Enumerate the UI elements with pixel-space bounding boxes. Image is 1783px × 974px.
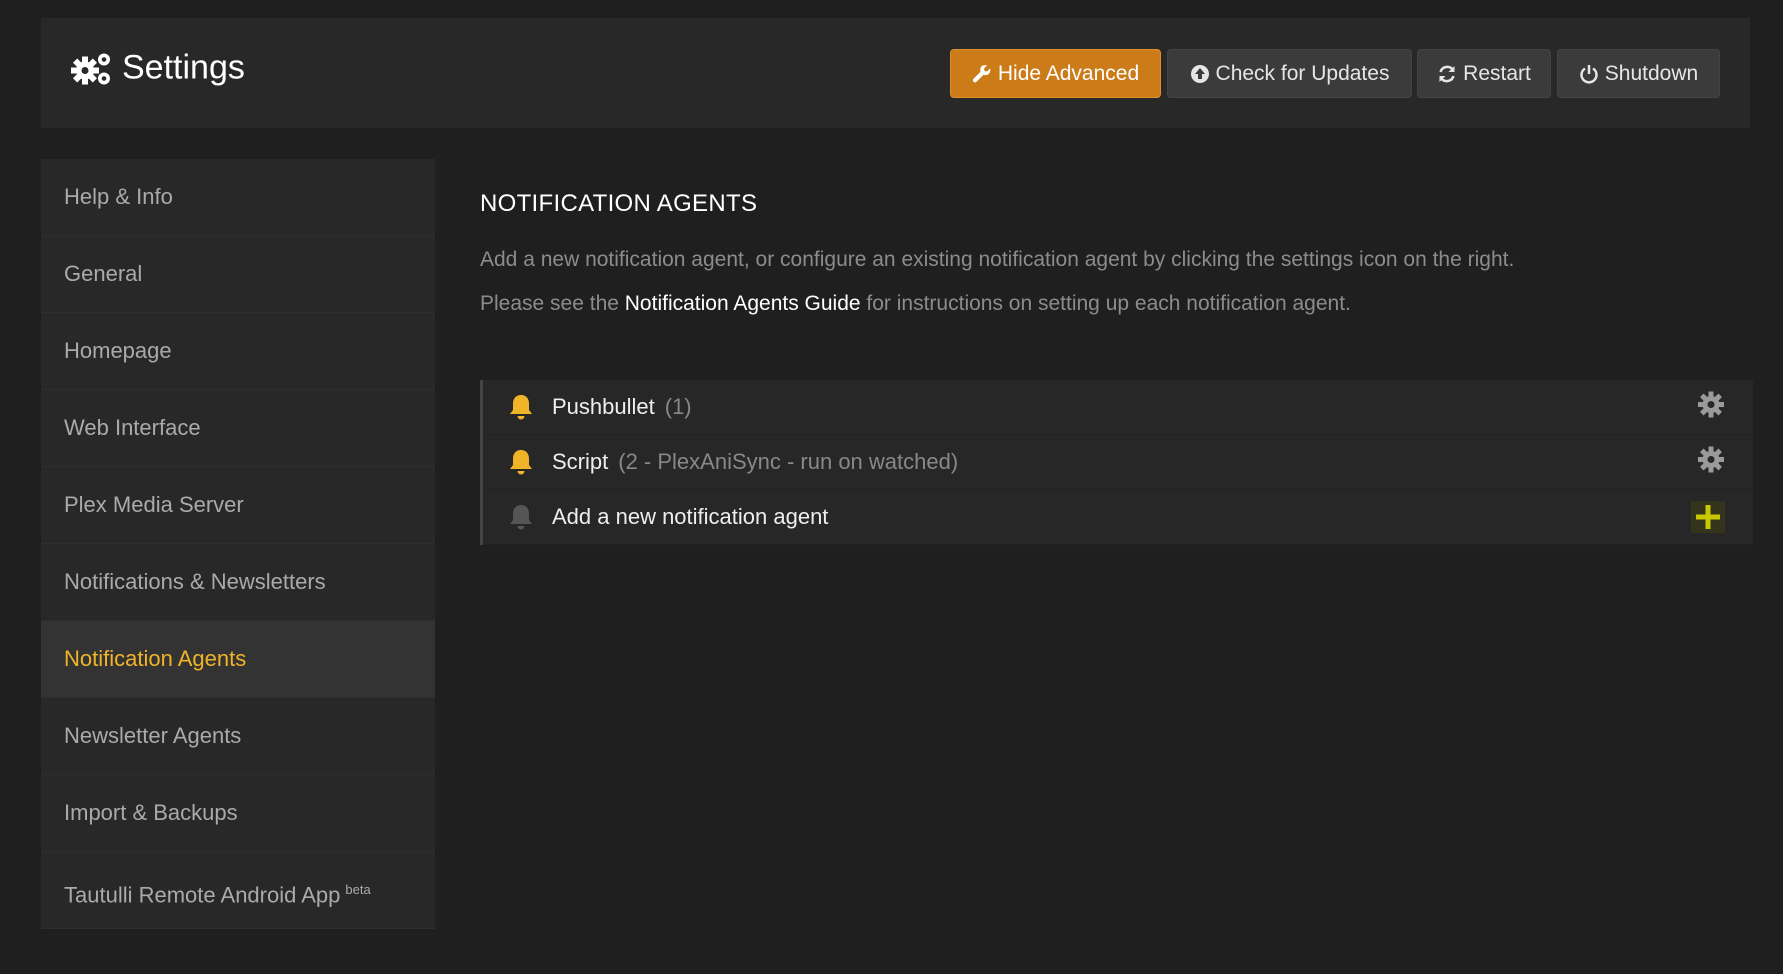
hide-advanced-button[interactable]: Hide Advanced — [950, 49, 1161, 98]
agent-row-script[interactable]: Script (2 - PlexAniSync - run on watched) — [483, 435, 1753, 490]
agent-row-add-new[interactable]: Add a new notification agent — [483, 490, 1753, 545]
main-content: NOTIFICATION AGENTS Add a new notificati… — [480, 190, 1750, 336]
agent-name: Pushbullet (1) — [552, 394, 692, 420]
gear-icon[interactable] — [1697, 391, 1725, 424]
settings-sidebar: Help & Info General Homepage Web Interfa… — [41, 159, 435, 929]
agent-name: Script (2 - PlexAniSync - run on watched) — [552, 449, 958, 475]
page-title: Settings — [70, 49, 245, 88]
beta-badge: beta — [345, 882, 371, 897]
gears-icon — [70, 50, 114, 86]
agent-row-pushbullet[interactable]: Pushbullet (1) — [483, 380, 1753, 435]
shutdown-label: Shutdown — [1604, 61, 1699, 85]
agent-list: Pushbullet (1) Script (2 - PlexAniSync -… — [480, 380, 1753, 545]
sidebar-item-import-backups[interactable]: Import & Backups — [41, 775, 435, 852]
check-updates-button[interactable]: Check for Updates — [1167, 49, 1412, 98]
gear-icon[interactable] — [1697, 446, 1725, 479]
bell-icon — [510, 450, 532, 475]
power-icon — [1580, 64, 1598, 84]
page-title-text: Settings — [122, 48, 245, 87]
restart-button[interactable]: Restart — [1417, 49, 1551, 98]
agent-name-text: Script — [552, 449, 609, 474]
agent-name-text: Pushbullet — [552, 394, 655, 419]
sidebar-item-web-interface[interactable]: Web Interface — [41, 390, 435, 467]
restart-label: Restart — [1463, 61, 1531, 85]
shutdown-button[interactable]: Shutdown — [1557, 49, 1720, 98]
sidebar-item-newsletter-agents[interactable]: Newsletter Agents — [41, 698, 435, 775]
sidebar-item-help-info[interactable]: Help & Info — [41, 159, 435, 236]
description-prefix: Please see the — [480, 292, 625, 315]
hide-advanced-label: Hide Advanced — [997, 61, 1140, 85]
sidebar-item-homepage[interactable]: Homepage — [41, 313, 435, 390]
sidebar-item-notifications-newsletters[interactable]: Notifications & Newsletters — [41, 544, 435, 621]
wrench-icon — [972, 64, 991, 82]
sidebar-item-label: Tautulli Remote Android App — [64, 882, 341, 908]
agent-detail: (1) — [664, 394, 692, 419]
agent-name-text: Add a new notification agent — [552, 504, 829, 529]
refresh-icon — [1439, 65, 1455, 82]
bell-icon — [510, 505, 532, 530]
sidebar-item-plex-media-server[interactable]: Plex Media Server — [41, 467, 435, 544]
description-line-2: Please see the Notification Agents Guide… — [480, 292, 1750, 316]
agent-name: Add a new notification agent — [552, 504, 828, 530]
sidebar-item-general[interactable]: General — [41, 236, 435, 313]
description-line-1: Add a new notification agent, or configu… — [480, 248, 1515, 271]
sidebar-item-notification-agents[interactable]: Notification Agents — [41, 621, 435, 698]
sidebar-item-tautulli-remote[interactable]: Tautulli Remote Android App beta — [41, 852, 435, 929]
bell-icon — [510, 395, 532, 420]
description-suffix: for instructions on setting up each noti… — [860, 292, 1351, 315]
guide-link[interactable]: Notification Agents Guide — [625, 292, 861, 315]
agent-detail: (2 - PlexAniSync - run on watched) — [618, 449, 959, 474]
settings-header: Settings Hide Advanced Check for Updates… — [41, 18, 1750, 128]
arrow-circle-up-icon — [1190, 64, 1209, 83]
check-updates-label: Check for Updates — [1215, 61, 1390, 85]
section-title: NOTIFICATION AGENTS — [480, 190, 758, 217]
plus-icon[interactable] — [1691, 501, 1725, 533]
